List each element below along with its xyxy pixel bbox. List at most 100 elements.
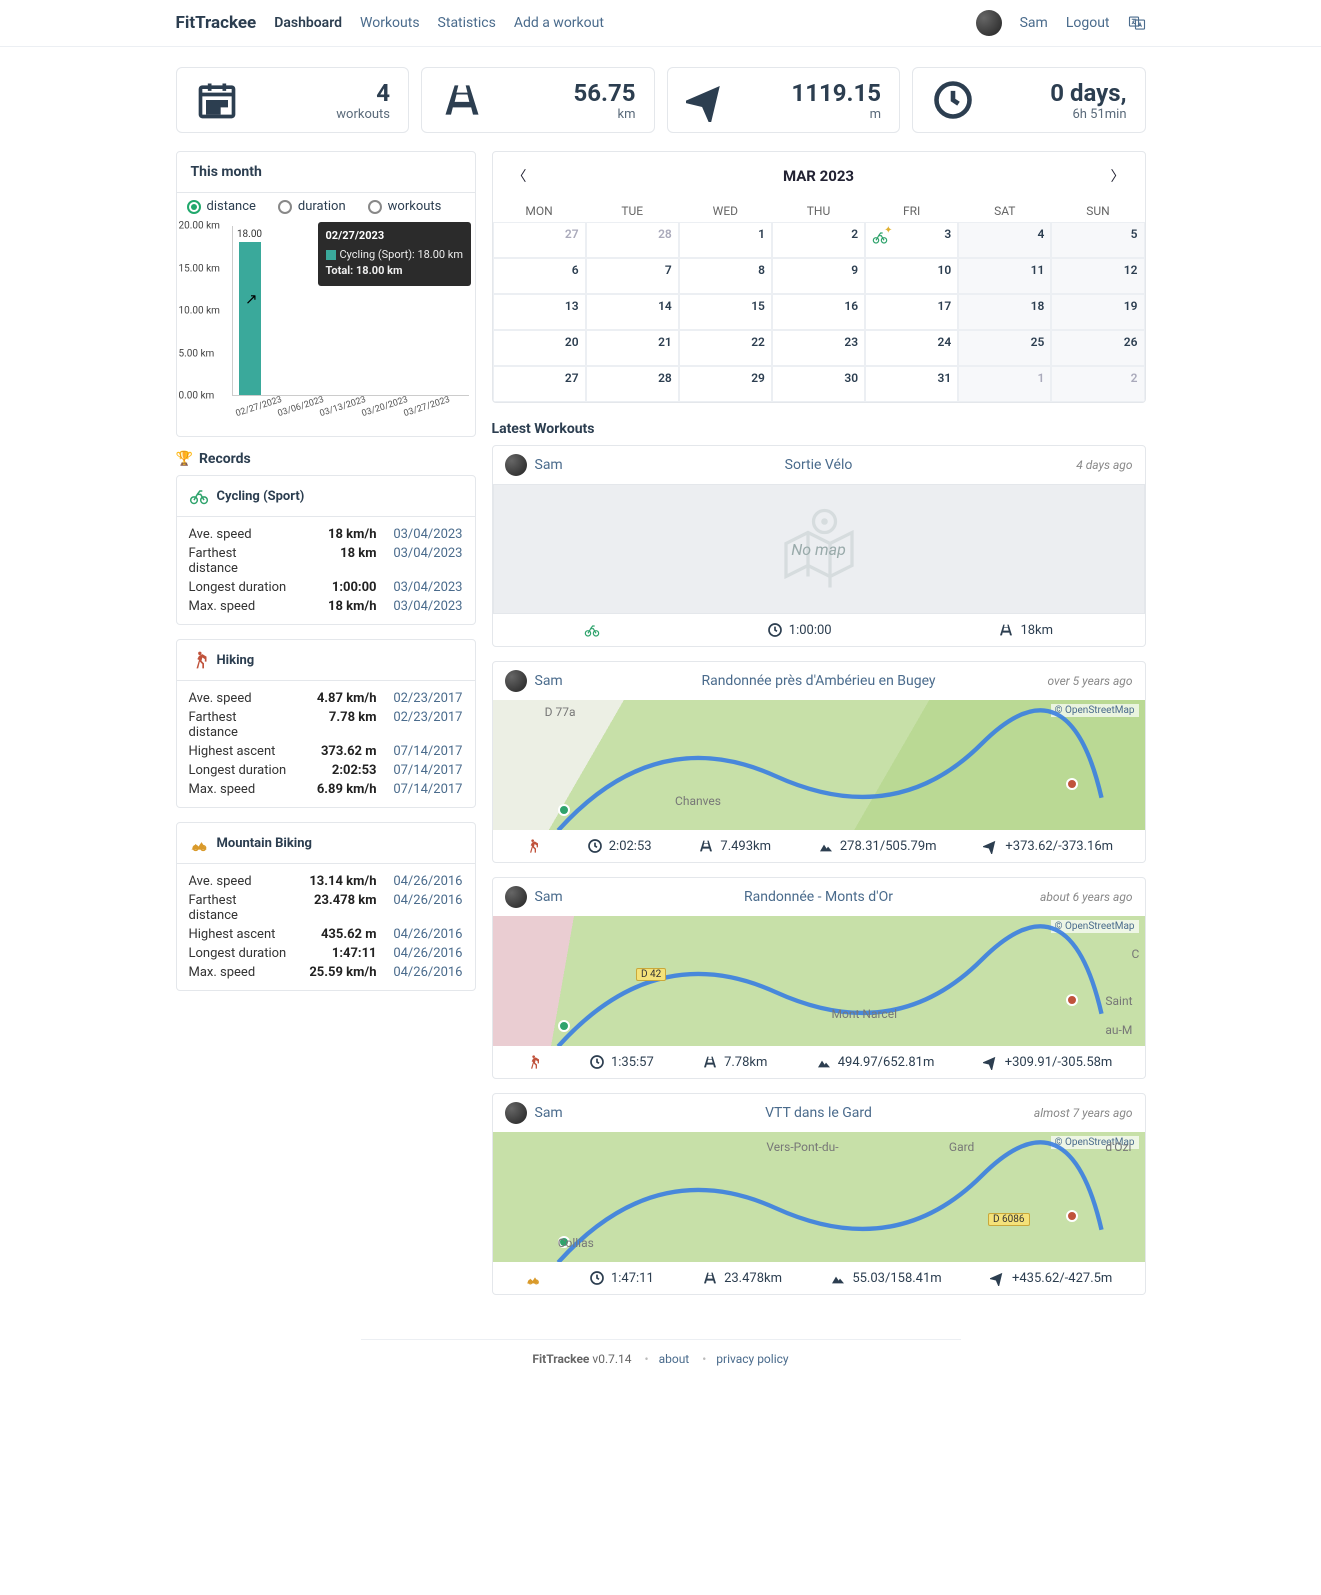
dow: FRI <box>865 200 958 222</box>
record-date-link[interactable]: 03/04/2023 <box>377 599 463 614</box>
cal-prev[interactable]: 〈 <box>507 162 533 190</box>
cal-cell[interactable]: 16 <box>772 294 865 330</box>
workout-stat: +373.62/-373.16m <box>983 838 1113 854</box>
workout-card[interactable]: SamRandonnée - Monts d'Orabout 6 years a… <box>492 877 1146 1079</box>
cal-cell[interactable]: 19 <box>1051 294 1144 330</box>
cal-cell[interactable]: 8 <box>679 258 772 294</box>
workout-map[interactable]: © OpenStreetMapChanvesD 77a <box>493 700 1145 830</box>
nav-statistics[interactable]: Statistics <box>438 15 496 31</box>
user-avatar[interactable] <box>976 10 1002 36</box>
nav-user[interactable]: Sam <box>1020 15 1048 31</box>
cal-cell[interactable]: 2 <box>772 222 865 258</box>
record-date-link[interactable]: 02/23/2017 <box>377 691 463 706</box>
metric-duration[interactable]: duration <box>278 199 346 214</box>
record-date-link[interactable]: 02/23/2017 <box>377 710 463 740</box>
nav-dashboard[interactable]: Dashboard <box>274 15 342 31</box>
user-avatar[interactable] <box>505 886 527 908</box>
workout-title[interactable]: Sortie Vélo <box>785 457 853 473</box>
cal-cell[interactable]: 22 <box>679 330 772 366</box>
record-date-link[interactable]: 04/26/2016 <box>377 946 463 961</box>
brand-logo[interactable]: FitTrackee <box>176 13 257 33</box>
record-date-link[interactable]: 04/26/2016 <box>377 893 463 923</box>
hike-icon <box>189 650 209 670</box>
cal-cell[interactable]: 27 <box>493 222 586 258</box>
record-date-link[interactable]: 04/26/2016 <box>377 927 463 942</box>
calendar-icon <box>195 78 239 122</box>
cal-cell[interactable]: 18 <box>958 294 1051 330</box>
cal-cell[interactable]: 6 <box>493 258 586 294</box>
workout-user[interactable]: Sam <box>535 1105 563 1121</box>
cal-cell[interactable]: 1 <box>679 222 772 258</box>
arrow-icon <box>983 838 999 854</box>
cal-cell[interactable]: 4 <box>958 222 1051 258</box>
footer-privacy[interactable]: privacy policy <box>716 1352 788 1366</box>
user-avatar[interactable] <box>505 1102 527 1124</box>
cal-cell[interactable]: 31 <box>865 366 958 402</box>
cal-cell[interactable]: 11 <box>958 258 1051 294</box>
user-avatar[interactable] <box>505 670 527 692</box>
cal-cell[interactable]: 26 <box>1051 330 1144 366</box>
cal-cell[interactable]: 15 <box>679 294 772 330</box>
workout-time: almost 7 years ago <box>1034 1106 1133 1120</box>
workout-user[interactable]: Sam <box>535 457 563 473</box>
language-icon[interactable] <box>1128 14 1146 32</box>
cal-cell[interactable]: 9 <box>772 258 865 294</box>
metric-distance[interactable]: distance <box>187 199 256 214</box>
record-row: Max. speed25.59 km/h04/26/2016 <box>189 963 463 982</box>
metric-workouts[interactable]: workouts <box>368 199 442 214</box>
nav-add-workout[interactable]: Add a workout <box>514 15 604 31</box>
record-date-link[interactable]: 03/04/2023 <box>377 580 463 595</box>
workout-stat: +309.91/-305.58m <box>983 1054 1113 1070</box>
workout-user[interactable]: Sam <box>535 889 563 905</box>
cal-cell[interactable]: 5 <box>1051 222 1144 258</box>
cal-cell[interactable]: 1 <box>958 366 1051 402</box>
workout-map[interactable]: © OpenStreetMapVers-Pont-du-Gardd'OziCol… <box>493 1132 1145 1262</box>
cal-cell[interactable]: 7 <box>586 258 679 294</box>
nav-logout[interactable]: Logout <box>1066 15 1110 31</box>
record-date-link[interactable]: 07/14/2017 <box>377 763 463 778</box>
workout-map[interactable]: © OpenStreetMapMont NarcelSaintau-MCD 42 <box>493 916 1145 1046</box>
cal-cell[interactable]: 14 <box>586 294 679 330</box>
cal-cell[interactable]: 25 <box>958 330 1051 366</box>
nav-workouts[interactable]: Workouts <box>360 15 420 31</box>
cal-cell[interactable]: 2 <box>1051 366 1144 402</box>
cal-cell[interactable]: ✦3 <box>865 222 958 258</box>
cal-cell[interactable]: 20 <box>493 330 586 366</box>
workout-time: over 5 years ago <box>1047 674 1132 688</box>
record-date-link[interactable]: 07/14/2017 <box>377 782 463 797</box>
cal-cell[interactable]: 30 <box>772 366 865 402</box>
record-date-link[interactable]: 03/04/2023 <box>377 527 463 542</box>
workout-card[interactable]: Sam Randonnée près d'Ambérieu en Bugey ove… <box>492 661 1146 863</box>
workout-stat: 7.493km <box>698 838 771 854</box>
record-date-link[interactable]: 04/26/2016 <box>377 874 463 889</box>
workout-card[interactable]: SamSortie Vélo4 days agoNo map1:00:0018k… <box>492 445 1146 647</box>
cal-cell[interactable]: 23 <box>772 330 865 366</box>
cal-cell[interactable]: 12 <box>1051 258 1144 294</box>
footer: FitTrackee v0.7.14 •about •privacy polic… <box>361 1339 961 1366</box>
workout-user[interactable]: Sam <box>535 673 563 689</box>
workout-title[interactable]: VTT dans le Gard <box>765 1105 872 1121</box>
record-date-link[interactable]: 03/04/2023 <box>377 546 463 576</box>
record-row: Farthest distance23.478 km04/26/2016 <box>189 891 463 925</box>
cal-cell[interactable]: 28 <box>586 366 679 402</box>
road-icon <box>702 1054 718 1070</box>
record-date-link[interactable]: 07/14/2017 <box>377 744 463 759</box>
cal-cell[interactable]: 24 <box>865 330 958 366</box>
user-avatar[interactable] <box>505 454 527 476</box>
cal-cell[interactable]: 13 <box>493 294 586 330</box>
cal-cell[interactable]: 27 <box>493 366 586 402</box>
cal-cell[interactable]: 29 <box>679 366 772 402</box>
cal-cell[interactable]: 28 <box>586 222 679 258</box>
bike-icon <box>189 486 209 506</box>
workout-card[interactable]: Sam VTT dans le Gard almost 7 years ago © O… <box>492 1093 1146 1295</box>
workout-title[interactable]: Randonnée - Monts d'Or <box>744 889 893 905</box>
road-icon <box>698 838 714 854</box>
cal-next[interactable]: 〉 <box>1104 162 1130 190</box>
cal-cell[interactable]: 21 <box>586 330 679 366</box>
workout-title[interactable]: Randonnée près d'Ambérieu en Bugey <box>701 673 935 689</box>
footer-about[interactable]: about <box>659 1352 690 1366</box>
record-date-link[interactable]: 04/26/2016 <box>377 965 463 980</box>
cal-cell[interactable]: 10 <box>865 258 958 294</box>
stat-workouts-unit: workouts <box>336 107 390 122</box>
cal-cell[interactable]: 17 <box>865 294 958 330</box>
